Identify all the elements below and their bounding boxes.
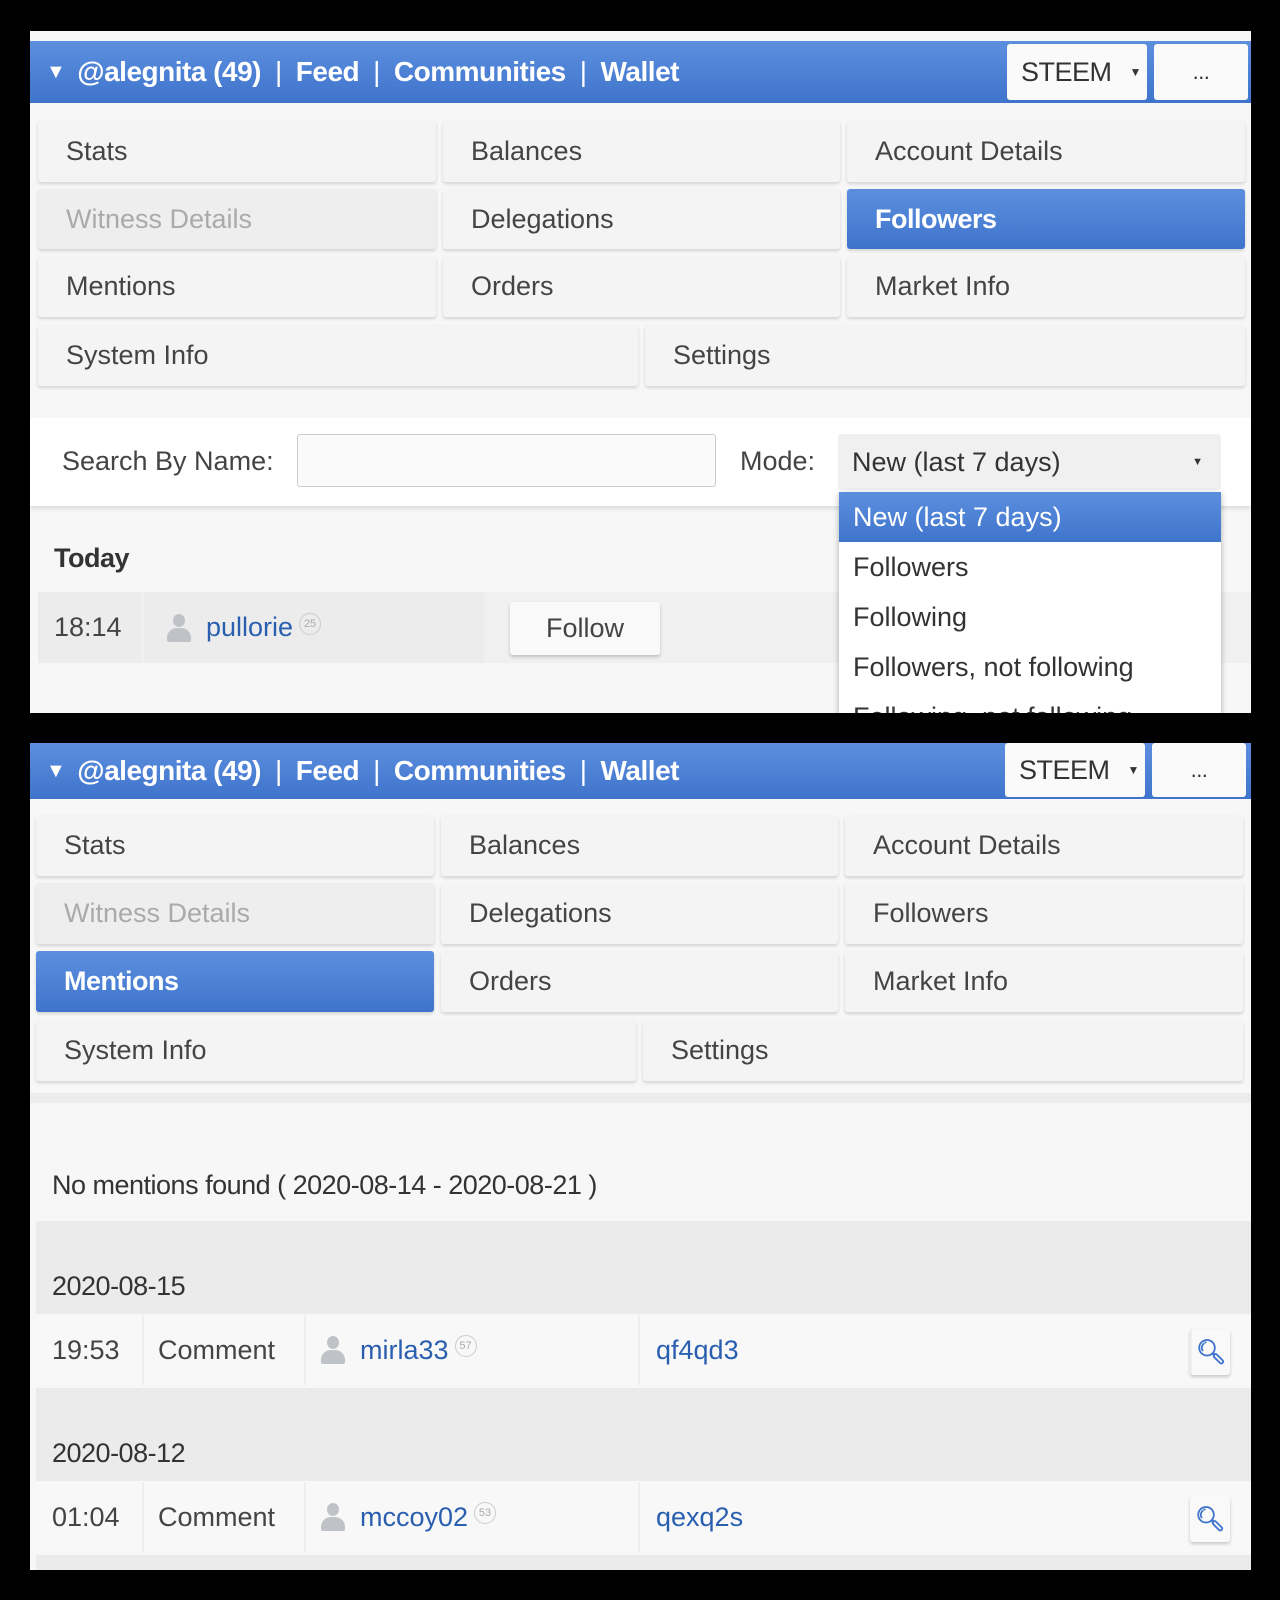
mode-option[interactable]: Following (839, 592, 1221, 642)
time-cell: 01:04 (52, 1501, 120, 1532)
mentions-notice: No mentions found ( 2020-08-14 - 2020-08… (52, 1170, 597, 1200)
user-icon (320, 1503, 346, 1531)
more-button[interactable]: ... (1154, 44, 1248, 100)
search-button[interactable]: 🔍︎ (1190, 1329, 1230, 1375)
group-heading: Today (54, 543, 130, 573)
tab-delegations[interactable]: Delegations (441, 883, 838, 944)
search-button[interactable]: 🔍︎ (1190, 1496, 1230, 1542)
currency-value: STEEM (1021, 56, 1112, 87)
mode-option[interactable]: Following, not following (839, 692, 1221, 714)
tab-mentions[interactable]: Mentions (36, 951, 434, 1012)
mentions-screen: ▼ @alegnita (49) | Feed | Communities | Wal… (30, 743, 1251, 1570)
permlink-link[interactable]: qexq2s (656, 1502, 743, 1533)
date-group: 2020-08-15 (36, 1221, 1251, 1314)
divider (30, 1093, 1251, 1103)
tab-followers[interactable]: Followers (845, 883, 1243, 944)
communities-link[interactable]: Communities (394, 755, 566, 787)
reputation-badge: 25 (299, 612, 322, 635)
user-link[interactable]: mccoy02 (360, 1502, 468, 1533)
table-row: 01:04 Comment mccoy02 53 qexq2s 🔍︎ (36, 1482, 1251, 1552)
tab-settings[interactable]: Settings (643, 1020, 1243, 1081)
reputation-badge: 53 (474, 1502, 497, 1524)
permlink-cell: qexq2s (638, 1482, 1164, 1552)
mode-option[interactable]: Followers, not following (839, 642, 1221, 692)
magnifier-icon: 🔍︎ (1194, 1505, 1226, 1533)
caret-icon: ▼ (1192, 456, 1203, 468)
tab-account-details[interactable]: Account Details (847, 120, 1245, 182)
tab-witness-details: Witness Details (38, 189, 436, 249)
tab-settings[interactable]: Settings (645, 325, 1245, 386)
wallet-link[interactable]: Wallet (601, 56, 680, 88)
time-cell: 19:53 (52, 1334, 120, 1365)
search-label: Search By Name: (62, 446, 274, 476)
mode-option[interactable]: New (last 7 days) (839, 492, 1221, 542)
permlink-link[interactable]: qf4qd3 (656, 1335, 739, 1366)
feed-link[interactable]: Feed (296, 755, 360, 787)
table-row-partial (36, 1555, 1251, 1570)
wallet-link[interactable]: Wallet (601, 755, 680, 787)
tab-followers[interactable]: Followers (847, 189, 1245, 249)
user-cell: mccoy02 53 (304, 1482, 634, 1552)
tab-mentions[interactable]: Mentions (38, 256, 436, 317)
user-link[interactable]: pullorie (206, 612, 293, 643)
feed-link[interactable]: Feed (296, 56, 360, 88)
currency-select[interactable]: STEEM ▼ (1005, 743, 1145, 797)
tab-witness-details: Witness Details (36, 883, 434, 944)
mode-dropdown: New (last 7 days) Followers Following Fo… (839, 492, 1221, 713)
tab-delegations[interactable]: Delegations (443, 189, 840, 249)
tab-market-info[interactable]: Market Info (845, 951, 1243, 1012)
tab-market-info[interactable]: Market Info (847, 256, 1245, 317)
caret-icon: ▼ (1129, 65, 1142, 79)
type-cell: Comment (142, 1315, 300, 1385)
currency-value: STEEM (1019, 754, 1110, 785)
caret-down-icon[interactable]: ▼ (46, 760, 66, 783)
mode-value: New (last 7 days) (852, 446, 1061, 477)
tab-account-details[interactable]: Account Details (845, 815, 1243, 876)
caret-down-icon[interactable]: ▼ (46, 61, 66, 84)
communities-link[interactable]: Communities (394, 56, 566, 88)
tab-orders[interactable]: Orders (441, 951, 838, 1012)
user-link[interactable]: mirla33 (360, 1335, 449, 1366)
tab-orders[interactable]: Orders (443, 256, 840, 317)
reputation-badge: 57 (454, 1335, 477, 1357)
tab-balances[interactable]: Balances (443, 120, 840, 182)
permlink-cell: qf4qd3 (638, 1315, 1164, 1385)
followers-screen: ▼ @alegnita (49) | Feed | Communities | Wal… (30, 31, 1251, 713)
follow-button[interactable]: Follow (510, 602, 660, 655)
caret-icon: ▼ (1127, 763, 1140, 777)
currency-select[interactable]: STEEM ▼ (1007, 44, 1147, 100)
account-link[interactable]: @alegnita (49) (77, 755, 261, 787)
magnifier-icon: 🔍︎ (1195, 1338, 1227, 1366)
mode-option[interactable]: Followers (839, 542, 1221, 592)
date-heading: 2020-08-15 (52, 1271, 186, 1301)
account-link[interactable]: @alegnita (49) (77, 56, 261, 88)
time-cell: 18:14 (38, 592, 141, 663)
date-heading: 2020-08-12 (52, 1438, 186, 1468)
user-cell: pullorie 25 (144, 592, 484, 663)
search-input[interactable] (297, 434, 716, 487)
table-row: 19:53 Comment mirla33 57 qf4qd3 🔍︎ (36, 1315, 1251, 1385)
date-group: 2020-08-12 (36, 1388, 1251, 1481)
top-nav-bar: ▼ @alegnita (49) | Feed | Communities | Wal… (30, 743, 1251, 799)
tab-system-info[interactable]: System Info (36, 1020, 636, 1081)
tab-stats[interactable]: Stats (36, 815, 434, 876)
tab-stats[interactable]: Stats (38, 120, 436, 182)
mode-label: Mode: (740, 446, 816, 476)
type-cell: Comment (142, 1482, 300, 1552)
user-cell: mirla33 57 (304, 1315, 634, 1385)
tab-system-info[interactable]: System Info (38, 325, 638, 386)
top-nav-bar: ▼ @alegnita (49) | Feed | Communities | Wal… (30, 41, 1251, 103)
more-button[interactable]: ... (1152, 743, 1246, 797)
user-icon (320, 1336, 346, 1364)
tab-balances[interactable]: Balances (441, 815, 838, 876)
mode-select[interactable]: New (last 7 days) ▼ (838, 434, 1221, 490)
user-icon (166, 613, 192, 642)
